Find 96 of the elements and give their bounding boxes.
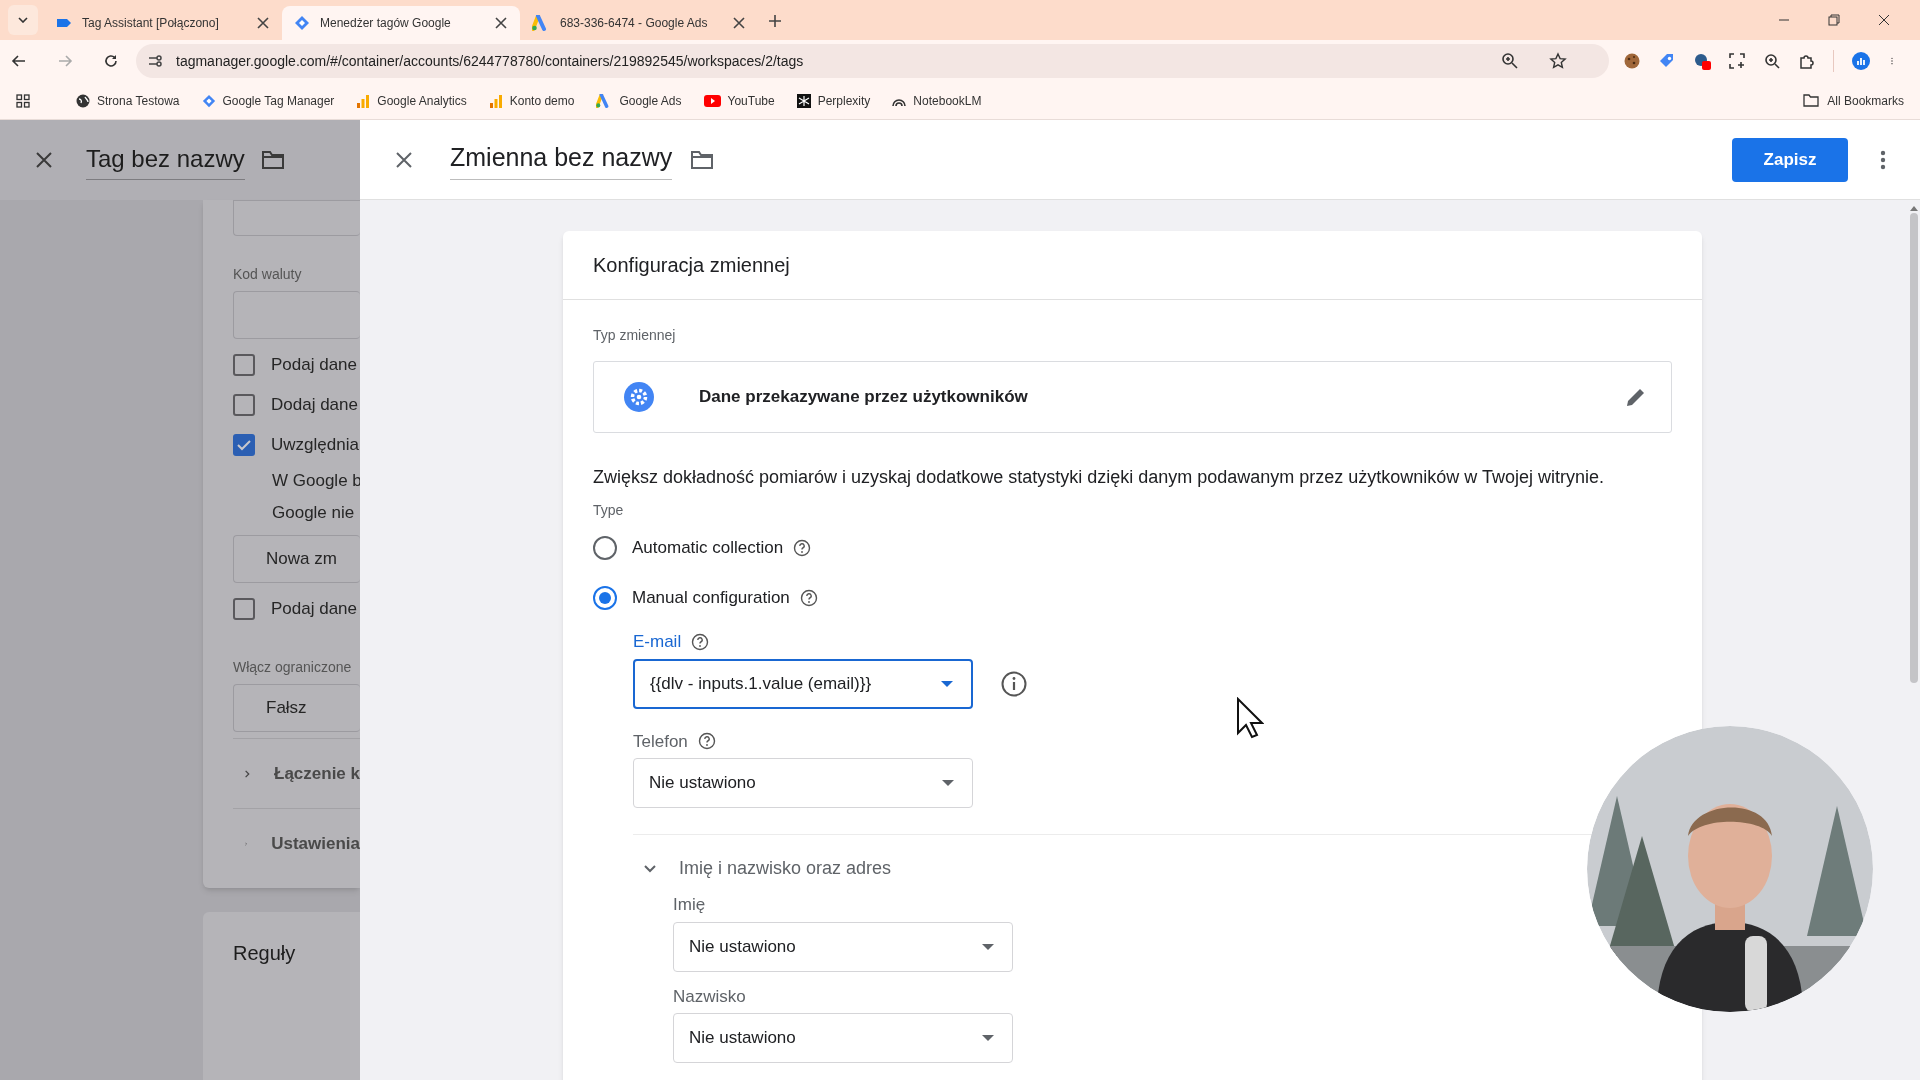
dropdown-arrow-icon bbox=[982, 943, 994, 950]
address-bar[interactable]: tagmanager.google.com/#/container/accounts/6244778780/containers/219892545/workspaces/2/tags bbox=[136, 44, 1609, 78]
close-window-icon[interactable] bbox=[1878, 14, 1890, 26]
reload-icon[interactable] bbox=[102, 52, 120, 70]
dropdown-field[interactable]: {{dlv - inputs.1.value (email)}} bbox=[633, 658, 973, 709]
section-label: Typ zmiennej bbox=[593, 326, 677, 345]
play-icon bbox=[703, 94, 721, 107]
scrollbar-thumb[interactable] bbox=[1910, 213, 1918, 683]
bookmark-link[interactable]: Google Ads bbox=[619, 91, 682, 110]
mouse-cursor-icon bbox=[1236, 697, 1264, 739]
scroll-up-icon[interactable] bbox=[1910, 206, 1918, 211]
bookmark-link[interactable]: Perplexity bbox=[817, 91, 871, 110]
section-header[interactable]: Imię i nazwisko oraz adres bbox=[679, 855, 892, 882]
checkbox[interactable] bbox=[233, 434, 255, 456]
checkbox-label: Podaj dane bbox=[271, 598, 358, 621]
checkbox[interactable] bbox=[233, 354, 255, 376]
chevron-down-icon bbox=[18, 17, 28, 23]
close-icon[interactable] bbox=[256, 16, 270, 30]
radio-button[interactable] bbox=[593, 586, 617, 610]
folder-icon[interactable] bbox=[690, 149, 715, 170]
dropdown-field[interactable]: Nie ustawiono bbox=[673, 1013, 1013, 1063]
radio-button[interactable] bbox=[593, 536, 617, 560]
card-title: Reguły bbox=[233, 942, 296, 964]
section-header[interactable]: Łączenie k bbox=[274, 760, 360, 787]
dropdown-arrow-icon bbox=[982, 1035, 994, 1041]
bar-chart-icon bbox=[488, 93, 503, 108]
help-icon[interactable] bbox=[799, 589, 818, 607]
restore-icon[interactable] bbox=[1828, 14, 1840, 26]
help-icon[interactable] bbox=[793, 539, 812, 557]
magnifier-icon[interactable] bbox=[1763, 52, 1781, 70]
checkbox-label: Podaj dane bbox=[271, 354, 358, 377]
all-bookmarks-link[interactable]: All Bookmarks bbox=[1827, 91, 1904, 110]
radio-label: Automatic collection bbox=[632, 537, 784, 560]
zoom-icon[interactable] bbox=[1501, 52, 1519, 70]
more-icon[interactable] bbox=[1880, 149, 1886, 170]
save-button[interactable]: Zapisz bbox=[1732, 137, 1848, 182]
star-icon[interactable] bbox=[1549, 52, 1567, 70]
bookmark-link[interactable]: Google Analytics bbox=[377, 91, 467, 110]
browser-tab[interactable]: 683-336-6474 - Google Ads bbox=[520, 6, 758, 40]
globe-icon bbox=[76, 93, 90, 108]
card-title: Konfiguracja zmiennej bbox=[593, 253, 790, 278]
bookmark-link[interactable]: YouTube bbox=[727, 91, 775, 110]
info-icon[interactable] bbox=[1001, 670, 1027, 697]
cookie-icon[interactable] bbox=[1623, 52, 1641, 70]
close-icon[interactable] bbox=[396, 151, 412, 168]
close-icon[interactable] bbox=[36, 152, 52, 168]
bookmark-link[interactable]: Google Tag Manager bbox=[222, 91, 335, 110]
apps-grid-icon[interactable] bbox=[16, 93, 30, 108]
checkbox[interactable] bbox=[233, 598, 255, 620]
dropdown-field[interactable]: Nie ustawiono bbox=[673, 921, 1013, 972]
screenshot-icon[interactable] bbox=[1728, 52, 1746, 70]
folder-icon bbox=[1803, 94, 1820, 107]
field-label: Kod waluty bbox=[233, 265, 303, 284]
check-icon bbox=[237, 439, 251, 451]
tab-list-button[interactable] bbox=[8, 5, 38, 35]
site-settings-icon[interactable] bbox=[146, 52, 164, 70]
variable-title[interactable]: Zmienna bez nazwy bbox=[450, 139, 673, 180]
checkbox[interactable] bbox=[233, 394, 255, 416]
extensions-icon[interactable] bbox=[1798, 52, 1816, 70]
browser-tab[interactable]: Menedżer tagów Google bbox=[282, 6, 520, 40]
gear-icon bbox=[624, 382, 654, 412]
field-label: Imię bbox=[673, 894, 706, 916]
field-label: Włącz ograniczone bbox=[233, 658, 353, 677]
bookmark-link[interactable]: Konto demo bbox=[509, 91, 575, 110]
diamond-icon bbox=[201, 93, 216, 108]
dropdown-arrow-icon bbox=[942, 780, 954, 786]
asterisk-icon bbox=[796, 93, 811, 108]
close-icon[interactable] bbox=[494, 16, 508, 30]
variable-type-card[interactable]: Dane przekazywane przez użytkowników bbox=[593, 361, 1672, 433]
extension-badge-icon[interactable] bbox=[1693, 52, 1711, 70]
radio-label: Manual configuration bbox=[632, 587, 790, 610]
checkbox-label: Uwzględnia bbox=[271, 434, 359, 457]
dropdown-arrow-icon bbox=[941, 680, 953, 687]
field-label: Nazwisko bbox=[673, 985, 746, 1008]
bookmark-link[interactable]: Strona Testowa bbox=[97, 91, 180, 110]
pencil-icon[interactable] bbox=[1625, 386, 1647, 408]
new-tab-icon[interactable] bbox=[768, 14, 782, 28]
checkbox-label: Dodaj dane bbox=[271, 394, 358, 417]
field-label: E-mail bbox=[633, 631, 682, 653]
section-label: Type bbox=[593, 501, 625, 520]
dropdown-field[interactable]: Nie ustawiono bbox=[633, 758, 973, 808]
diamond-icon bbox=[294, 15, 310, 31]
close-icon[interactable] bbox=[732, 16, 746, 30]
help-text: Google nie bbox=[271, 502, 356, 525]
browser-tab[interactable]: Tag Assistant [Połączono] bbox=[44, 6, 282, 40]
variable-type-name: Dane przekazywane przez użytkowników bbox=[699, 386, 1029, 409]
field-label: Telefon bbox=[633, 730, 688, 753]
description-text: Zwiększ dokładność pomiarów i uzyskaj dodatkowe statystyki dzięki danym podawanym przez użytkowników w Twojej witrynie. bbox=[593, 466, 1606, 489]
profile-icon[interactable] bbox=[1851, 52, 1871, 70]
section-header[interactable]: Ustawienia bbox=[271, 830, 360, 857]
help-icon[interactable] bbox=[691, 632, 710, 651]
help-icon[interactable] bbox=[697, 732, 716, 751]
folder-icon[interactable] bbox=[260, 150, 285, 170]
bookmark-link[interactable]: NotebookLM bbox=[913, 91, 982, 110]
tag-extension-icon[interactable] bbox=[1658, 52, 1676, 70]
bar-chart-icon bbox=[356, 93, 371, 108]
